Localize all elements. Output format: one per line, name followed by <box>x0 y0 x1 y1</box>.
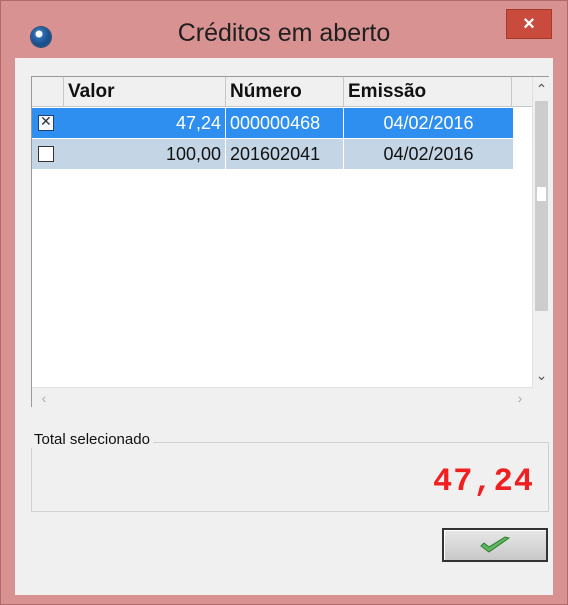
scrollbar-corner <box>532 387 549 407</box>
cell-emissao: 04/02/2016 <box>344 139 514 169</box>
total-value: 47,24 <box>432 463 534 500</box>
scroll-left-arrow-icon[interactable]: ‹ <box>34 388 54 408</box>
scroll-up-arrow-icon[interactable]: ⌃ <box>533 79 550 99</box>
row-checkbox[interactable] <box>38 146 54 162</box>
horizontal-scrollbar[interactable]: ‹ › <box>32 387 532 407</box>
cell-numero: 000000468 <box>226 108 344 138</box>
vertical-scrollbar[interactable]: ⌃ ⌄ <box>532 77 549 387</box>
credits-grid[interactable]: Valor Número Emissão 47,24 000000468 04/… <box>31 76 549 407</box>
dialog-body: Valor Número Emissão 47,24 000000468 04/… <box>15 58 553 595</box>
cell-numero: 201602041 <box>226 139 344 169</box>
header-valor[interactable]: Valor <box>64 77 226 107</box>
scrollbar-grip <box>537 187 546 201</box>
header-numero[interactable]: Número <box>226 77 344 107</box>
total-groupbox: 47,24 <box>31 442 549 512</box>
total-label: Total selecionado <box>31 431 153 448</box>
scroll-down-arrow-icon[interactable]: ⌄ <box>533 365 550 385</box>
cell-emissao: 04/02/2016 <box>344 108 514 138</box>
header-emissao[interactable]: Emissão <box>344 77 512 107</box>
table-row[interactable]: 100,00 201602041 04/02/2016 <box>32 139 514 169</box>
cell-valor: 47,24 <box>64 108 226 138</box>
cell-valor: 100,00 <box>64 139 226 169</box>
confirm-button[interactable] <box>442 528 548 562</box>
row-checkbox[interactable] <box>38 113 54 131</box>
window-title: Créditos em aberto <box>177 19 391 47</box>
close-button[interactable]: × <box>506 9 552 39</box>
scroll-right-arrow-icon[interactable]: › <box>510 388 530 408</box>
grid-header: Valor Número Emissão <box>32 77 532 107</box>
table-row[interactable]: 47,24 000000468 04/02/2016 <box>32 108 514 138</box>
scrollbar-thumb[interactable] <box>535 101 548 311</box>
title-bar[interactable]: Créditos em aberto × <box>1 1 567 57</box>
dialog-window: Créditos em aberto × Valor Número Emissã… <box>0 0 568 605</box>
header-checkbox-column <box>32 77 64 107</box>
checkmark-icon <box>480 536 511 553</box>
